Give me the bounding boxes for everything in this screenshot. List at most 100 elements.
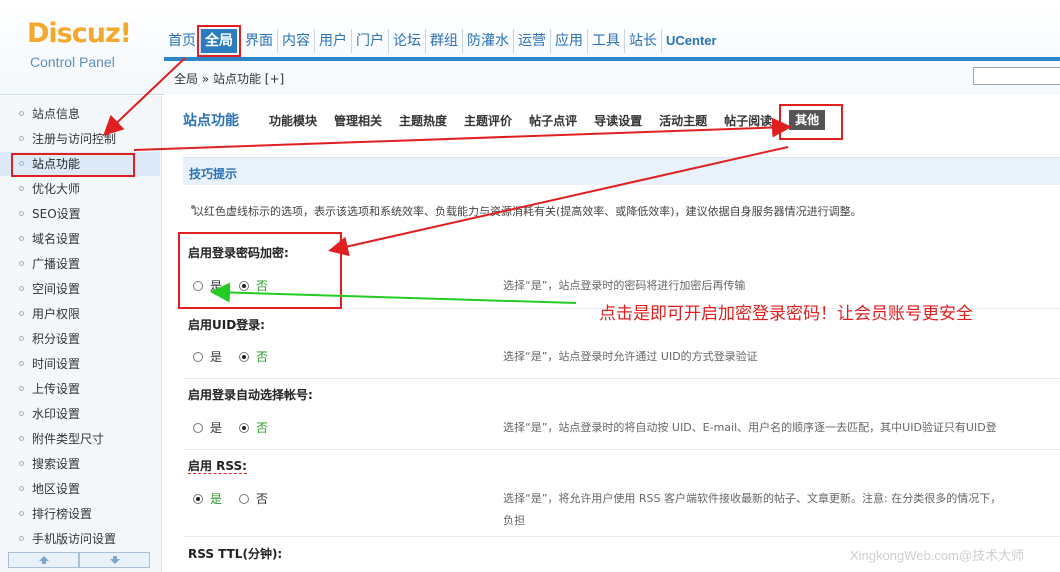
tab-thread-rating[interactable]: 主题评价 [464,112,512,130]
bullet-icon [19,361,24,366]
sidebar-item-label: 地区设置 [32,482,81,496]
radio-rss-no[interactable]: 否 [239,490,268,507]
sidebar-item-site-info[interactable]: 站点信息 [0,102,160,126]
discuz-logo[interactable]: Discuz! [27,18,132,49]
bullet-icon [19,161,24,166]
bullet-icon [19,486,24,491]
radio-icon [193,351,203,362]
sidebar-item-label: 手机版访问设置 [32,532,117,546]
subtab-bar: 功能模块 管理相关 主题热度 主题评价 帖子点评 导读设置 活动主题 帖子阅读 … [269,104,844,140]
topnav-ucenter[interactable]: UCenter [662,29,721,53]
topnav-portal[interactable]: 门户 [352,29,389,53]
main-content: 站点功能 功能模块 管理相关 主题热度 主题评价 帖子点评 导读设置 活动主题 … [163,96,1060,572]
bullet-icon [19,261,24,266]
sidebar-item-site-features[interactable]: 站点功能 [0,152,160,177]
bullet-icon [19,111,24,116]
page-title: 站点功能 [183,113,239,129]
scroll-down-button[interactable] [79,552,150,568]
setting-desc-rss-line2: 负担 [503,514,525,527]
search-input[interactable] [973,67,1060,85]
radio-auto-account-yes[interactable]: 是 [193,419,222,436]
topnav-interface[interactable]: 界面 [241,29,278,53]
tab-function-modules[interactable]: 功能模块 [269,112,317,130]
topnav-global[interactable]: 全局 [197,25,241,57]
sidebar-item-label: 水印设置 [32,407,81,421]
topnav-home[interactable]: 首页 [164,29,201,53]
sidebar-item-broadcast[interactable]: 广播设置 [0,252,160,276]
topnav-apps[interactable]: 应用 [551,29,588,53]
breadcrumb[interactable]: 全局 » 站点功能 [+] [174,70,284,87]
radio-icon [239,493,249,504]
bullet-icon [19,211,24,216]
top-navigation: 首页 全局 界面 内容 用户 门户 论坛 群组 防灌水 运营 应用 工具 站长 … [164,25,721,57]
topnav-webmaster[interactable]: 站长 [625,29,662,53]
topnav-antispam[interactable]: 防灌水 [463,29,514,53]
annotation-text: 点击是即可开启加密登录密码！让会员账号更安全 [599,304,973,324]
tab-post-comment[interactable]: 帖子点评 [529,112,577,130]
radio-label: 是 [210,421,223,435]
sidebar-item-label: 时间设置 [32,357,81,371]
bullet-icon [19,186,24,191]
setting-label-rss-text: 启用 RSS: [188,459,247,474]
radio-rss-yes[interactable]: 是 [193,490,222,507]
setting-label-rss-ttl: RSS TTL(分钟): [188,547,283,561]
tab-post-reading[interactable]: 帖子阅读 [724,112,772,130]
sidebar-item-ranking[interactable]: 排行榜设置 [0,502,160,526]
topnav-operations[interactable]: 运营 [514,29,551,53]
arrow-up-icon [38,556,49,564]
sidebar-item-credits[interactable]: 积分设置 [0,327,160,351]
sidebar-item-label: SEO设置 [32,207,81,221]
sidebar-item-register-access[interactable]: 注册与访问控制 [0,127,160,151]
sidebar-item-label: 搜索设置 [32,457,81,471]
sidebar-item-optimizer[interactable]: 优化大师 [0,177,160,201]
row-divider [183,449,1060,450]
setting-label-rss: 启用 RSS: [188,457,247,474]
tab-guide-settings[interactable]: 导读设置 [594,112,642,130]
annotation-highlight-box [178,232,342,309]
sidebar-item-label: 空间设置 [32,282,81,296]
topnav-groups[interactable]: 群组 [426,29,463,53]
sidebar-item-time[interactable]: 时间设置 [0,352,160,376]
topnav-users[interactable]: 用户 [315,29,352,53]
tab-thread-heat[interactable]: 主题热度 [399,112,447,130]
sidebar-scroll-controls [8,552,150,568]
radio-uid-login-no[interactable]: 否 [239,348,268,365]
sidebar-item-search[interactable]: 搜索设置 [0,452,160,476]
sidebar-item-seo[interactable]: SEO设置 [0,202,160,226]
bullet-icon [19,136,24,141]
scroll-up-button[interactable] [8,552,79,568]
topnav-tools[interactable]: 工具 [588,29,625,53]
sidebar: 站点信息 注册与访问控制 站点功能 优化大师 SEO设置 域名设置 广播设置 空… [0,96,162,572]
setting-desc-login-encryption: 选择“是”，站点登录时的密码将进行加密后再传输 [503,279,746,292]
radio-label: 是 [210,350,223,364]
topnav-content[interactable]: 内容 [278,29,315,53]
radio-label: 是 [210,492,223,506]
tab-management[interactable]: 管理相关 [334,112,382,130]
sidebar-item-watermark[interactable]: 水印设置 [0,402,160,426]
sidebar-item-user-permissions[interactable]: 用户权限 [0,302,160,326]
radio-auto-account-no[interactable]: 否 [239,419,268,436]
topnav-forum[interactable]: 论坛 [389,29,426,53]
radio-uid-login-yes[interactable]: 是 [193,348,222,365]
sidebar-item-space[interactable]: 空间设置 [0,277,160,301]
sidebar-item-domain[interactable]: 域名设置 [0,227,160,251]
sidebar-item-attachment-types[interactable]: 附件类型尺寸 [0,427,160,451]
bullet-icon [19,336,24,341]
setting-label-uid-login: 启用UID登录: [188,318,265,332]
row-divider [183,536,1060,537]
bullet-icon [19,386,24,391]
bullet-icon [19,461,24,466]
tab-other[interactable]: 其他 [779,104,844,140]
sidebar-item-upload[interactable]: 上传设置 [0,377,160,401]
sidebar-item-label: 排行榜设置 [32,507,93,521]
radio-label: 否 [256,350,269,364]
sidebar-item-mobile[interactable]: 手机版访问设置 [0,527,160,551]
sidebar-item-label: 站点信息 [32,107,81,121]
tab-event-threads[interactable]: 活动主题 [659,112,707,130]
setting-desc-uid-login: 选择“是”，站点登录时允许通过 UID的方式登录验证 [503,350,758,363]
sidebar-item-region[interactable]: 地区设置 [0,477,160,501]
bullet-icon [19,286,24,291]
bullet-icon [19,411,24,416]
sidebar-item-label: 注册与访问控制 [32,132,117,146]
bullet-icon [19,311,24,316]
